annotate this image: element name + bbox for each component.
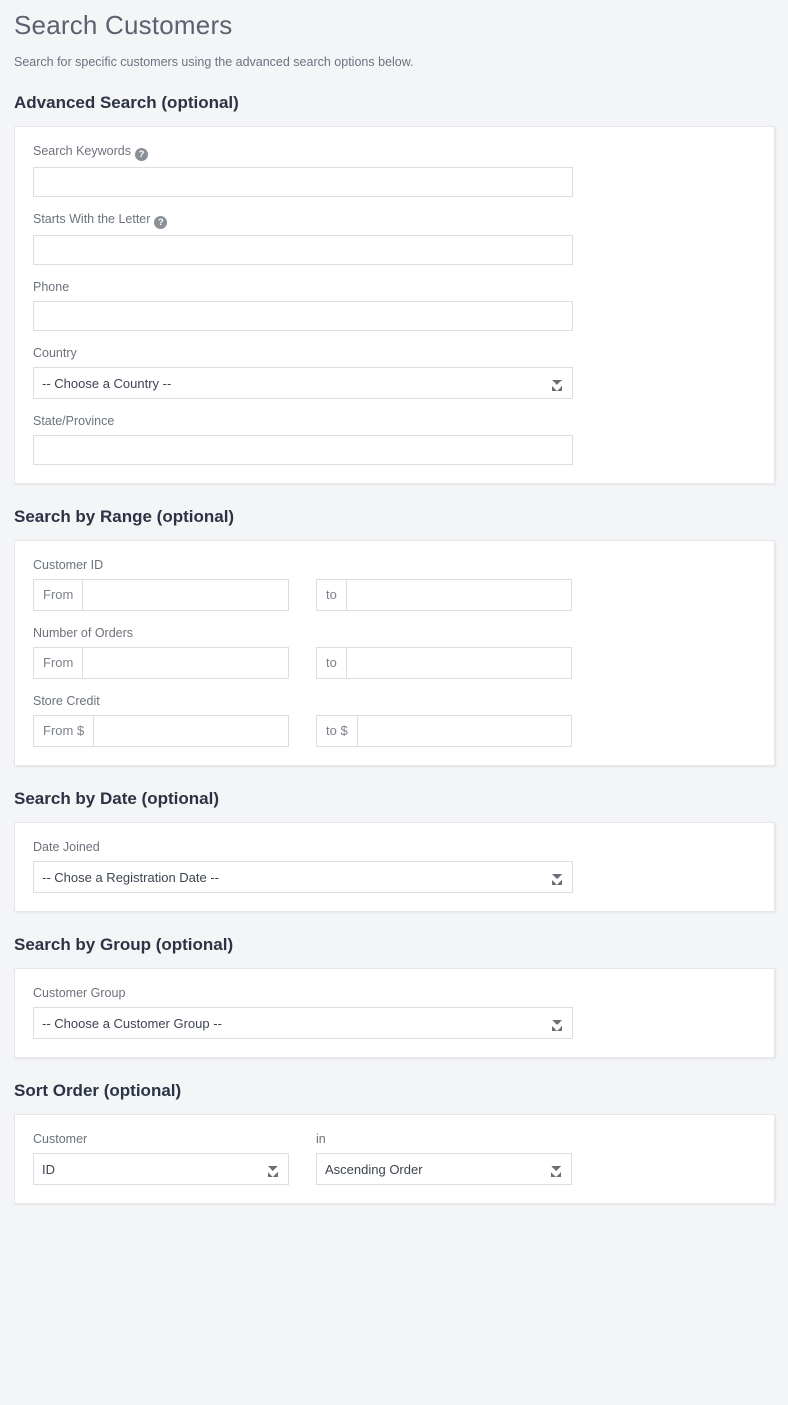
phone-input[interactable] bbox=[33, 301, 573, 331]
label-country: Country bbox=[33, 345, 756, 361]
search-by-range-panel: Customer ID From to Number of Orders Fro… bbox=[14, 540, 775, 766]
field-customer-id-range: Customer ID From to bbox=[33, 557, 756, 611]
sort-field-direction: in Ascending Order bbox=[316, 1131, 572, 1185]
search-customers-page: Search Customers Search for specific cus… bbox=[0, 0, 788, 1405]
field-search-keywords: Search Keywords? bbox=[33, 143, 756, 197]
store-credit-from-addon: From $ bbox=[34, 716, 94, 746]
store-credit-from-input[interactable] bbox=[94, 716, 288, 746]
number-of-orders-to-group: to bbox=[316, 647, 572, 679]
search-by-group-panel: Customer Group -- Choose a Customer Grou… bbox=[14, 968, 775, 1058]
starts-with-letter-input[interactable] bbox=[33, 235, 573, 265]
sort-order-row: Customer ID in Ascending Order bbox=[33, 1131, 756, 1185]
store-credit-to-group: to $ bbox=[316, 715, 572, 747]
page-title: Search Customers bbox=[0, 0, 788, 42]
sort-order-panel: Customer ID in Ascending Order bbox=[14, 1114, 775, 1204]
help-icon[interactable]: ? bbox=[154, 216, 167, 229]
customer-group-select[interactable]: -- Choose a Customer Group -- bbox=[33, 1007, 573, 1039]
label-sort-direction: in bbox=[316, 1131, 572, 1147]
section-heading-advanced-search: Advanced Search (optional) bbox=[0, 70, 788, 114]
label-store-credit: Store Credit bbox=[33, 693, 756, 709]
label-date-joined: Date Joined bbox=[33, 839, 756, 855]
sort-direction-select[interactable]: Ascending Order bbox=[316, 1153, 572, 1185]
label-customer-id: Customer ID bbox=[33, 557, 756, 573]
page-subtitle: Search for specific customers using the … bbox=[0, 42, 788, 70]
customer-id-range-row: From to bbox=[33, 579, 756, 611]
number-of-orders-from-group: From bbox=[33, 647, 289, 679]
label-search-keywords-text: Search Keywords bbox=[33, 144, 131, 158]
field-state-province: State/Province bbox=[33, 413, 756, 465]
customer-id-to-input[interactable] bbox=[347, 580, 571, 610]
sort-field-customer: Customer ID bbox=[33, 1131, 289, 1185]
number-of-orders-to-input[interactable] bbox=[347, 648, 571, 678]
section-heading-search-by-date: Search by Date (optional) bbox=[0, 766, 788, 810]
field-customer-group: Customer Group -- Choose a Customer Grou… bbox=[33, 985, 756, 1039]
customer-id-to-group: to bbox=[316, 579, 572, 611]
label-sort-customer: Customer bbox=[33, 1131, 289, 1147]
number-of-orders-from-addon: From bbox=[34, 648, 83, 678]
section-heading-search-by-group: Search by Group (optional) bbox=[0, 912, 788, 956]
field-phone: Phone bbox=[33, 279, 756, 331]
store-credit-from-group: From $ bbox=[33, 715, 289, 747]
label-state-province: State/Province bbox=[33, 413, 756, 429]
search-by-date-panel: Date Joined -- Chose a Registration Date… bbox=[14, 822, 775, 912]
store-credit-to-input[interactable] bbox=[358, 716, 571, 746]
advanced-search-panel: Search Keywords? Starts With the Letter?… bbox=[14, 126, 775, 484]
label-customer-group: Customer Group bbox=[33, 985, 756, 1001]
customer-id-to-addon: to bbox=[317, 580, 347, 610]
sort-customer-select[interactable]: ID bbox=[33, 1153, 289, 1185]
state-province-input[interactable] bbox=[33, 435, 573, 465]
field-store-credit-range: Store Credit From $ to $ bbox=[33, 693, 756, 747]
date-joined-select[interactable]: -- Chose a Registration Date -- bbox=[33, 861, 573, 893]
customer-id-from-group: From bbox=[33, 579, 289, 611]
section-heading-search-by-range: Search by Range (optional) bbox=[0, 484, 788, 528]
customer-id-from-input[interactable] bbox=[83, 580, 288, 610]
field-number-of-orders-range: Number of Orders From to bbox=[33, 625, 756, 679]
country-select[interactable]: -- Choose a Country -- bbox=[33, 367, 573, 399]
store-credit-to-addon: to $ bbox=[317, 716, 358, 746]
label-phone: Phone bbox=[33, 279, 756, 295]
label-search-keywords: Search Keywords? bbox=[33, 143, 756, 161]
label-starts-with-letter: Starts With the Letter? bbox=[33, 211, 756, 229]
section-heading-sort-order: Sort Order (optional) bbox=[0, 1058, 788, 1102]
search-keywords-input[interactable] bbox=[33, 167, 573, 197]
label-starts-with-letter-text: Starts With the Letter bbox=[33, 212, 150, 226]
field-country: Country -- Choose a Country -- bbox=[33, 345, 756, 399]
label-number-of-orders: Number of Orders bbox=[33, 625, 756, 641]
field-date-joined: Date Joined -- Chose a Registration Date… bbox=[33, 839, 756, 893]
number-of-orders-from-input[interactable] bbox=[83, 648, 288, 678]
customer-id-from-addon: From bbox=[34, 580, 83, 610]
field-starts-with-letter: Starts With the Letter? bbox=[33, 211, 756, 265]
help-icon[interactable]: ? bbox=[135, 148, 148, 161]
number-of-orders-range-row: From to bbox=[33, 647, 756, 679]
store-credit-range-row: From $ to $ bbox=[33, 715, 756, 747]
number-of-orders-to-addon: to bbox=[317, 648, 347, 678]
